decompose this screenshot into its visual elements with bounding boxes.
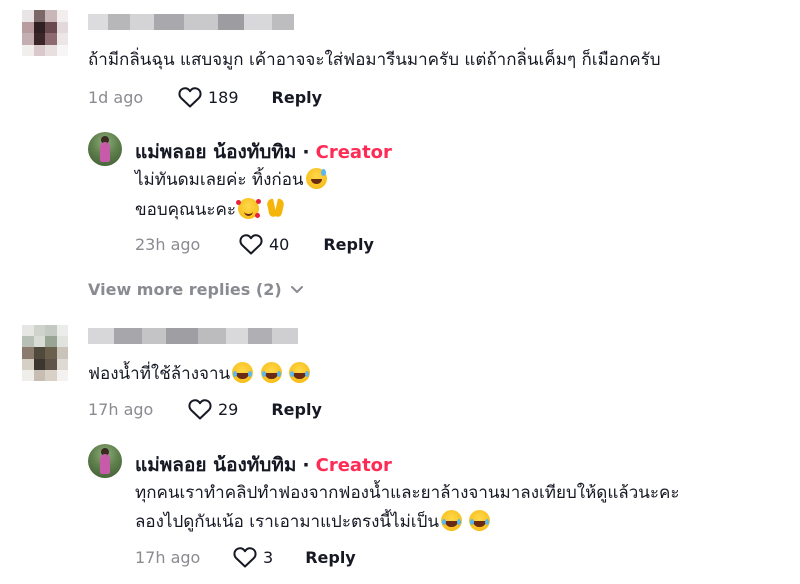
tears-of-joy-emoji	[260, 362, 282, 383]
reply-button[interactable]: Reply	[305, 548, 356, 567]
heart-outline-icon	[188, 399, 212, 420]
reply-text-line-1: ไม่ทันดมเลยค่ะ ทิ้งก่อน	[135, 170, 304, 190]
tears-of-joy-emoji	[232, 362, 254, 383]
chevron-down-icon	[290, 285, 303, 293]
tears-of-joy-emoji	[288, 362, 310, 383]
blurred-avatar[interactable]	[22, 10, 68, 56]
creator-name[interactable]: แม่พลอย น้องทับทิม	[135, 450, 296, 480]
reply-time: 23h ago	[135, 234, 201, 254]
like-count: 189	[208, 87, 239, 107]
separator-dot: ·	[302, 454, 310, 476]
like-count: 40	[269, 234, 290, 254]
creator-avatar[interactable]	[88, 444, 122, 478]
creator-avatar[interactable]	[88, 132, 122, 166]
reply-text-line-2: ขอบคุณนะคะ	[135, 200, 237, 220]
comment-time: 1d ago	[88, 87, 144, 107]
like-count: 3	[263, 547, 274, 567]
heart-outline-icon	[233, 547, 257, 568]
smiling-hearts-emoji	[236, 198, 260, 219]
folded-hands-emoji	[266, 198, 286, 219]
creator-badge: Creator	[315, 141, 392, 163]
creator-badge: Creator	[315, 454, 392, 476]
reply-button[interactable]: Reply	[271, 400, 322, 419]
tears-of-joy-emoji	[441, 510, 463, 531]
like-button[interactable]: 40	[239, 233, 289, 255]
reply-text-line-1: ทุกคนเราทำคลิปทำฟองจากฟองน้ำและยาล้างจาน…	[135, 483, 680, 503]
view-more-replies-button[interactable]: View more replies (2)	[88, 280, 304, 299]
comment-text: ฟองน้ำที่ใช้ล้างจาน	[88, 364, 231, 384]
creator-name[interactable]: แม่พลอย น้องทับทิม	[135, 137, 296, 167]
comment-text: ถ้ามีกลิ่นฉุน แสบจมูก เค้าอาจจะใส่ฟอมารี…	[88, 50, 661, 70]
reply-button[interactable]: Reply	[323, 235, 374, 254]
like-button[interactable]: 29	[188, 398, 238, 420]
reply-text-line-2: ลองไปดูกันเน้อ เราเอามาแปะตรงนี้ไม่เป็น	[135, 512, 440, 532]
like-button[interactable]: 189	[178, 86, 239, 108]
blurred-avatar[interactable]	[22, 325, 68, 381]
blurred-username[interactable]	[88, 328, 298, 344]
like-count: 29	[218, 399, 239, 419]
comment-time: 17h ago	[88, 399, 154, 419]
tears-of-joy-emoji	[469, 510, 491, 531]
heart-outline-icon	[239, 234, 263, 255]
heart-outline-icon	[178, 87, 202, 108]
blurred-username[interactable]	[88, 14, 294, 30]
separator-dot: ·	[302, 141, 310, 163]
reply-time: 17h ago	[135, 547, 201, 567]
reply-button[interactable]: Reply	[272, 88, 323, 107]
like-button[interactable]: 3	[233, 546, 273, 568]
grinning-sweat-emoji	[305, 168, 327, 189]
view-more-label: View more replies (2)	[88, 280, 282, 299]
